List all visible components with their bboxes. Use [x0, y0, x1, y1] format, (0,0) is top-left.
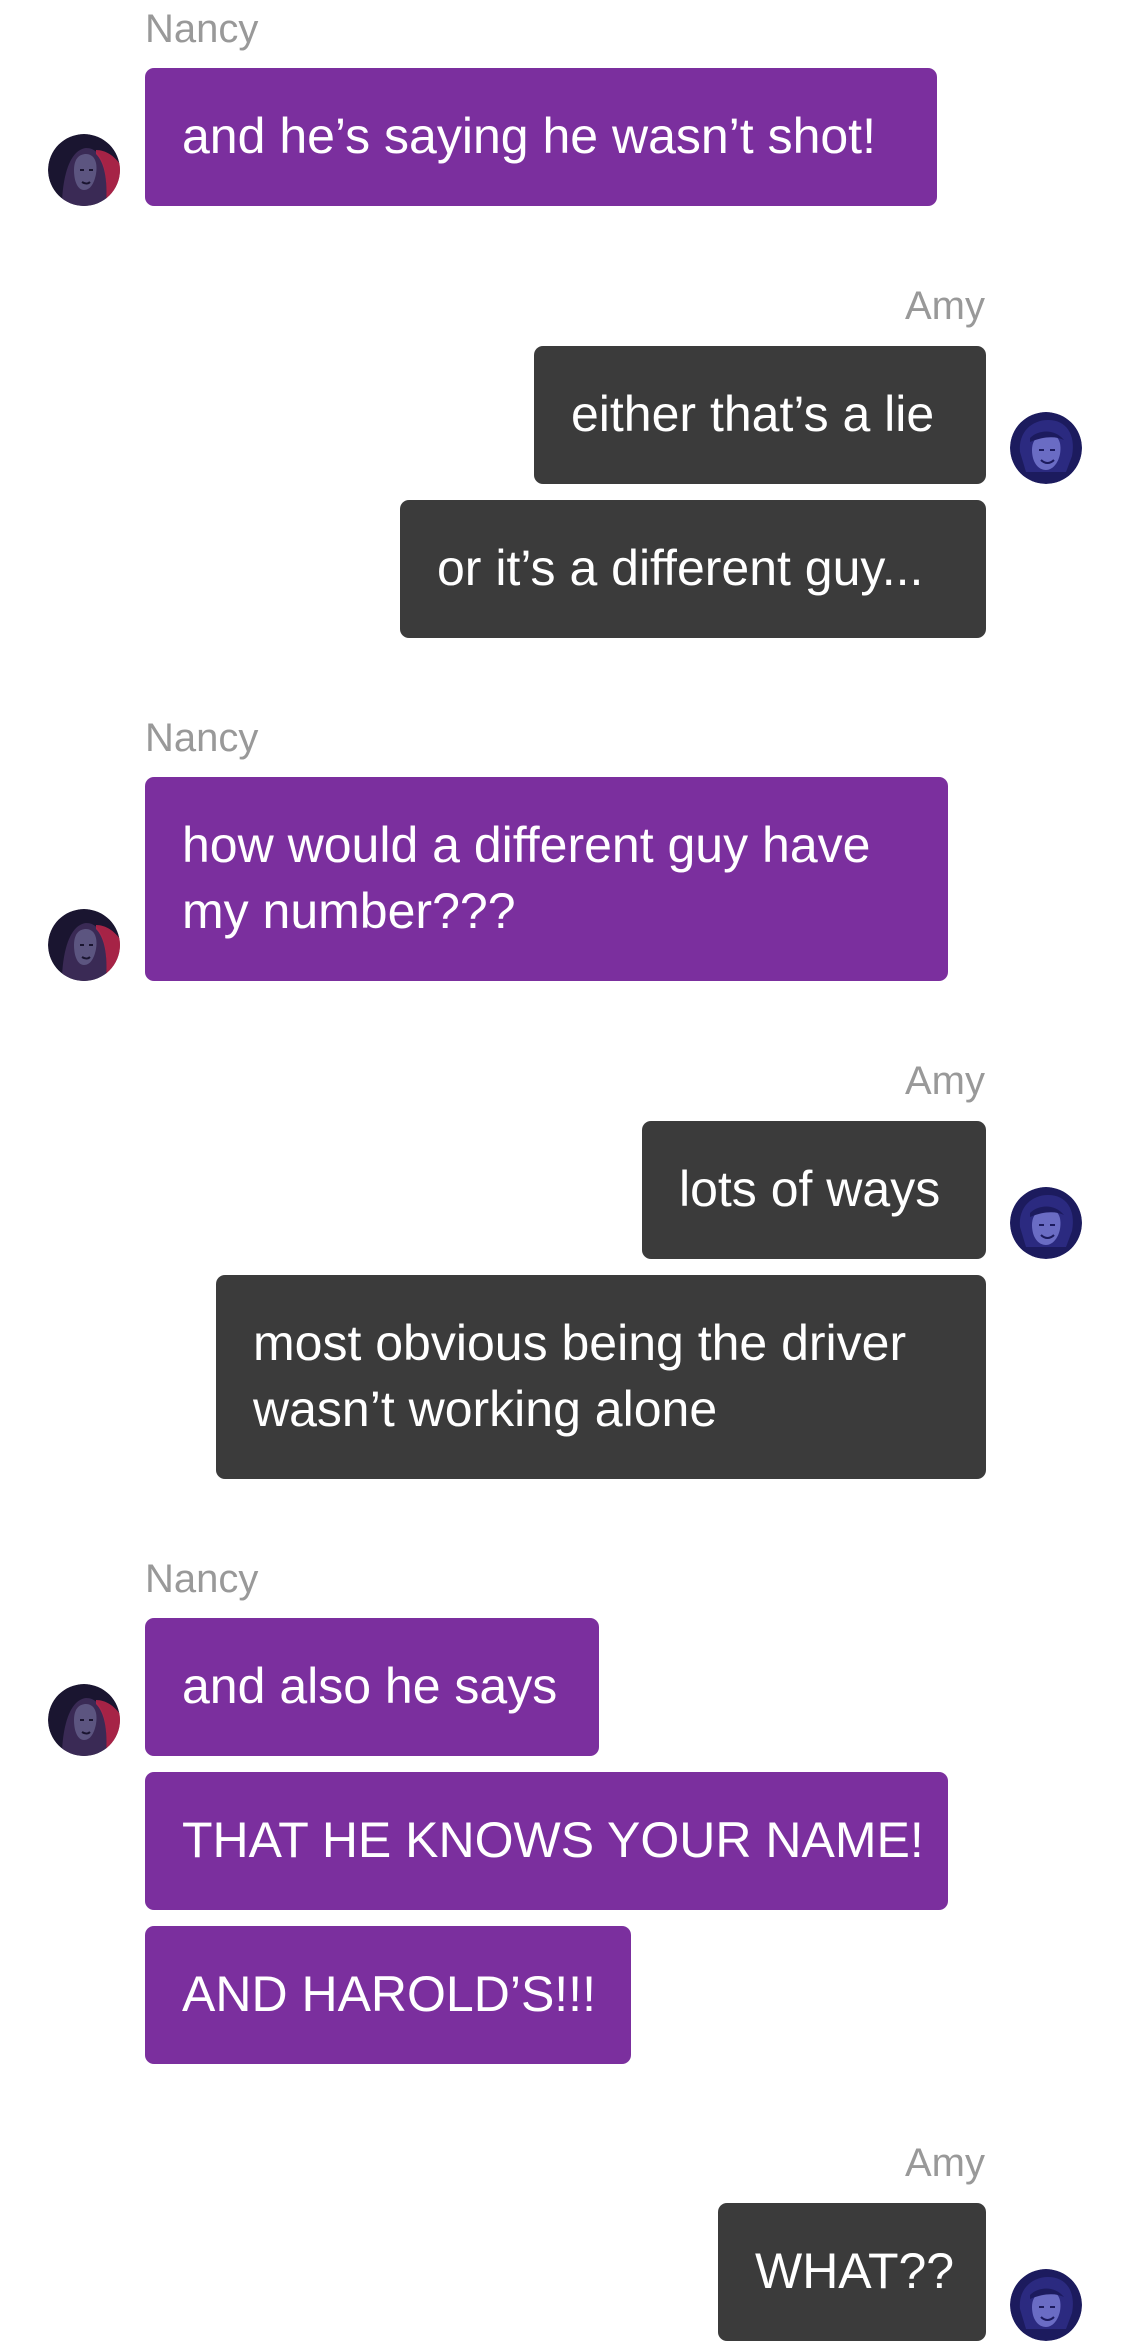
- message-bubble-nancy[interactable]: AND HAROLD’S!!!: [145, 1926, 631, 2064]
- message-bubble-amy[interactable]: most obvious being the driver wasn’t wor…: [216, 1275, 986, 1479]
- sender-name-amy: Amy: [905, 2141, 985, 2185]
- message-bubble-amy[interactable]: WHAT??: [718, 2203, 986, 2341]
- message-bubble-amy[interactable]: lots of ways: [642, 1121, 986, 1259]
- message-bubble-amy[interactable]: either that’s a lie: [534, 346, 986, 484]
- sender-name-amy: Amy: [905, 1059, 985, 1103]
- amy-avatar-icon[interactable]: [1010, 1187, 1082, 1259]
- message-bubble-nancy[interactable]: and also he says: [145, 1618, 599, 1756]
- message-bubble-amy[interactable]: or it’s a different guy...: [400, 500, 986, 638]
- sender-name-nancy: Nancy: [145, 716, 259, 760]
- amy-avatar-icon[interactable]: [1010, 412, 1082, 484]
- sender-name-nancy: Nancy: [145, 1557, 259, 1601]
- message-bubble-nancy[interactable]: THAT HE KNOWS YOUR NAME!: [145, 1772, 948, 1910]
- sender-name-nancy: Nancy: [145, 7, 259, 51]
- nancy-avatar-icon[interactable]: [48, 1684, 120, 1756]
- amy-avatar-icon[interactable]: [1010, 2269, 1082, 2341]
- message-bubble-nancy[interactable]: and he’s saying he wasn’t shot!: [145, 68, 937, 206]
- message-bubble-nancy[interactable]: how would a different guy have my number…: [145, 777, 948, 981]
- nancy-avatar-icon[interactable]: [48, 134, 120, 206]
- nancy-avatar-icon[interactable]: [48, 909, 120, 981]
- chat-transcript: Nancy and he’s saying he wasn’t shot! Am…: [0, 0, 1125, 2341]
- sender-name-amy: Amy: [905, 284, 985, 328]
